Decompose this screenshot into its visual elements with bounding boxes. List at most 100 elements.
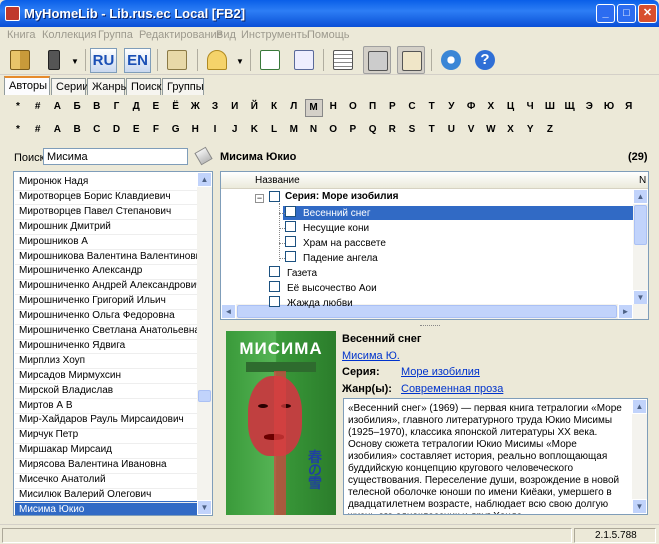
letter-button[interactable]: F xyxy=(147,124,165,135)
send-to-device-button[interactable] xyxy=(40,46,68,74)
menu-book[interactable]: Книга xyxy=(7,29,36,41)
lang-ru-button[interactable]: RU xyxy=(90,48,117,73)
collapse-toggle-icon[interactable]: − xyxy=(255,194,264,203)
letter-button[interactable]: П xyxy=(364,101,382,112)
book-author-link[interactable]: Мисима Ю. xyxy=(342,350,400,362)
scroll-thumb[interactable] xyxy=(634,205,647,245)
letter-button[interactable]: С xyxy=(403,101,421,112)
book-tree[interactable]: Название N ▲ ▼ ◄ ► − Серия: Море изобилия… xyxy=(220,171,649,320)
letter-button[interactable]: Ц xyxy=(502,101,520,112)
letter-button[interactable]: Н xyxy=(324,101,342,112)
column-header-title[interactable]: Название xyxy=(221,172,648,189)
genre-link[interactable]: Современная проза xyxy=(401,383,503,395)
letter-button[interactable]: E xyxy=(127,124,145,135)
letter-button[interactable]: X xyxy=(502,124,520,135)
scroll-up-button[interactable]: ▲ xyxy=(197,172,212,187)
book-checkbox[interactable] xyxy=(285,221,296,232)
letter-button[interactable]: D xyxy=(108,124,126,135)
book-checkbox[interactable] xyxy=(269,296,280,307)
author-list-item[interactable]: Мирошников А xyxy=(15,233,198,251)
letter-button[interactable]: J xyxy=(226,124,244,135)
letter-button[interactable]: В xyxy=(88,101,106,112)
uncheck-all-button[interactable] xyxy=(290,46,318,74)
letter-button[interactable]: K xyxy=(245,124,263,135)
check-all-button[interactable] xyxy=(256,46,284,74)
menu-edit[interactable]: Редактирование xyxy=(139,29,223,41)
letter-button[interactable]: Щ xyxy=(561,101,579,112)
table-view-button[interactable] xyxy=(329,46,357,74)
series-link[interactable]: Море изобилия xyxy=(401,366,480,378)
letter-button[interactable]: P xyxy=(344,124,362,135)
letter-button[interactable]: Д xyxy=(127,101,145,112)
letter-button[interactable]: Ш xyxy=(541,101,559,112)
letter-button[interactable]: T xyxy=(423,124,441,135)
author-list-item[interactable]: Мирошникова Валентина Валентиновна xyxy=(15,248,207,265)
panel-splitter[interactable] xyxy=(420,325,440,328)
letter-button[interactable]: N xyxy=(305,124,323,135)
tab-series[interactable]: Серии xyxy=(51,78,88,95)
menu-collection[interactable]: Коллекция xyxy=(42,29,96,41)
letter-button[interactable]: Ф xyxy=(462,101,480,112)
author-list-item[interactable]: Мирошниченко Ядвига xyxy=(15,337,198,355)
series-checkbox[interactable] xyxy=(269,191,280,202)
book-row[interactable]: Её высочество Аои xyxy=(287,283,377,298)
book-row[interactable]: Весенний снег xyxy=(303,208,371,223)
letter-button[interactable]: M xyxy=(285,124,303,135)
letter-button[interactable]: R xyxy=(383,124,401,135)
minimize-button[interactable]: _ xyxy=(596,4,615,23)
book-row[interactable]: Газета xyxy=(287,268,317,283)
author-list-item[interactable]: Мирчук Петр xyxy=(15,426,198,444)
scroll-up-button[interactable]: ▲ xyxy=(632,399,647,414)
tab-search[interactable]: Поиск xyxy=(126,78,161,95)
author-list-item[interactable]: Мирской Владислав xyxy=(15,382,198,400)
book-checkbox[interactable] xyxy=(285,251,296,262)
letter-button[interactable]: Z xyxy=(541,124,559,135)
letter-button[interactable]: Ю xyxy=(600,101,618,112)
author-list-item[interactable]: Миртов А В xyxy=(15,397,198,414)
menu-help[interactable]: Помощь xyxy=(307,29,350,41)
annotation-box[interactable]: «Весенний снег» (1969) — первая книга те… xyxy=(343,398,648,515)
book-tree-hscrollbar[interactable]: ◄ ► xyxy=(221,304,648,319)
scroll-thumb[interactable] xyxy=(198,390,211,402)
letter-button[interactable]: Я xyxy=(620,101,638,112)
book-tree-scrollbar[interactable]: ▲ ▼ xyxy=(633,189,648,305)
letter-button[interactable]: Б xyxy=(68,101,86,112)
letter-button[interactable]: Y xyxy=(521,124,539,135)
help-button[interactable]: ? xyxy=(471,46,499,74)
author-list-item[interactable]: Мисилюк Валерий Олегович xyxy=(15,486,198,504)
letter-button[interactable]: О xyxy=(344,101,362,112)
clear-search-icon[interactable] xyxy=(194,146,213,166)
letter-button[interactable]: Й xyxy=(245,101,263,112)
letter-button[interactable]: К xyxy=(265,101,283,112)
letter-button[interactable]: * xyxy=(9,101,27,112)
author-list-item[interactable]: Мирясова Валентина Ивановна xyxy=(15,456,198,474)
letter-button[interactable]: H xyxy=(186,124,204,135)
chevron-down-icon[interactable]: ▼ xyxy=(71,57,79,66)
copy-book-button[interactable] xyxy=(163,46,191,74)
menu-group[interactable]: Группа xyxy=(98,29,133,41)
search-input[interactable] xyxy=(43,148,188,165)
author-list-item[interactable]: Мирошниченко Андрей Александрович xyxy=(15,277,202,295)
book-checkbox[interactable] xyxy=(269,266,280,277)
letter-button[interactable]: Х xyxy=(482,101,500,112)
letter-button[interactable]: И xyxy=(226,101,244,112)
book-row[interactable]: Жажда любви xyxy=(287,298,353,313)
scroll-down-button[interactable]: ▼ xyxy=(633,290,648,305)
author-list-item[interactable]: Мир-Хайдаров Рауль Мирсаидович xyxy=(15,411,198,429)
menu-view[interactable]: Вид xyxy=(216,29,236,41)
letter-button[interactable]: Q xyxy=(364,124,382,135)
book-checkbox[interactable] xyxy=(269,281,280,292)
letter-button[interactable]: S xyxy=(403,124,421,135)
letter-button[interactable]: # xyxy=(29,101,47,112)
author-list-scrollbar[interactable]: ▲ ▼ xyxy=(197,172,212,515)
scroll-up-button[interactable]: ▲ xyxy=(633,189,648,204)
author-list-item[interactable]: Мирошниченко Александр xyxy=(15,262,198,280)
letter-button[interactable]: A xyxy=(48,124,66,135)
author-list-item[interactable]: Мисечко Анатолий xyxy=(15,471,198,489)
chevron-down-icon[interactable]: ▼ xyxy=(236,57,244,66)
book-row[interactable]: Падение ангела xyxy=(303,253,378,268)
letter-button[interactable]: Ч xyxy=(521,101,539,112)
letter-button[interactable]: * xyxy=(9,124,27,135)
letter-button[interactable]: Г xyxy=(108,101,126,112)
lang-en-button[interactable]: EN xyxy=(124,48,151,73)
